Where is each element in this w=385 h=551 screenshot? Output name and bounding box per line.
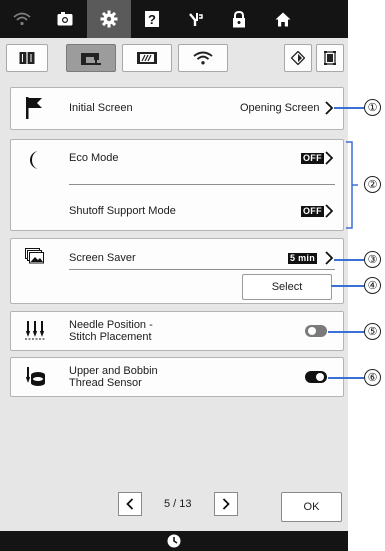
eco-mode-value[interactable]: OFF — [301, 153, 324, 164]
screen-saver-icon — [25, 248, 44, 264]
needle-threader-icon[interactable] — [174, 0, 218, 38]
initial-screen-label: Initial Screen — [69, 102, 133, 114]
previous-page-button[interactable] — [118, 492, 142, 516]
needle-position-toggle[interactable] — [305, 325, 327, 337]
callout-2: ② — [364, 176, 381, 193]
needle-position-row: Needle Position - Stitch Placement — [10, 311, 344, 351]
select-screen-saver-button[interactable]: Select — [242, 274, 332, 300]
ok-button[interactable]: OK — [281, 492, 342, 522]
tab-general[interactable] — [6, 44, 48, 72]
camera-icon[interactable] — [44, 0, 88, 38]
needle-position-label-line2: Stitch Placement — [69, 331, 152, 343]
tab-embroidery[interactable] — [122, 44, 172, 72]
callout-6: ⑥ — [364, 369, 381, 386]
divider — [69, 184, 335, 185]
divider — [69, 269, 335, 270]
chevron-right-icon[interactable] — [325, 151, 333, 165]
wifi-icon[interactable] — [0, 0, 44, 38]
settings-tab-row — [0, 38, 348, 78]
screen-saver-panel: Screen Saver 5 min Select — [10, 238, 344, 304]
gear-icon[interactable] — [87, 0, 131, 38]
home-icon[interactable] — [261, 0, 305, 38]
chevron-right-icon[interactable] — [325, 204, 333, 218]
callout-leader — [328, 331, 364, 333]
chevron-left-icon — [126, 498, 134, 510]
initial-screen-row[interactable]: Initial Screen Opening Screen — [10, 87, 344, 130]
needle-position-icon — [25, 321, 45, 340]
tab-wireless[interactable] — [178, 44, 228, 72]
top-toolbar: ? — [0, 0, 348, 38]
frame-setting-button[interactable] — [316, 44, 344, 72]
clock-icon[interactable] — [167, 534, 181, 548]
thread-sensor-toggle[interactable] — [305, 371, 327, 383]
callout-bracket — [346, 141, 358, 229]
embroidery-icon — [137, 52, 157, 64]
shutoff-support-label: Shutoff Support Mode — [69, 205, 176, 217]
shutoff-support-value[interactable]: OFF — [301, 206, 324, 217]
callout-1: ① — [364, 99, 381, 116]
bobbin-icon — [25, 367, 45, 386]
screen-saver-label: Screen Saver — [69, 252, 136, 264]
book-icon — [19, 52, 35, 64]
chevron-right-icon[interactable] — [325, 251, 333, 265]
chevron-right-icon — [222, 498, 230, 510]
callout-3: ③ — [364, 251, 381, 268]
chevron-right-icon — [325, 101, 333, 115]
callout-4: ④ — [364, 277, 381, 294]
tab-machine[interactable] — [66, 44, 116, 72]
lock-icon[interactable] — [218, 0, 262, 38]
diamond-icon — [291, 51, 305, 65]
thread-sensor-label-line2: Thread Sensor — [69, 377, 142, 389]
callout-5: ⑤ — [364, 323, 381, 340]
help-icon[interactable]: ? — [131, 0, 175, 38]
moon-icon — [30, 151, 39, 169]
eco-mode-label: Eco Mode — [69, 152, 119, 164]
callout-leader — [334, 259, 364, 261]
power-settings-panel: Eco Mode OFF Shutoff Support Mode OFF — [10, 139, 344, 231]
diamond-setting-button[interactable] — [284, 44, 312, 72]
frame-icon — [324, 51, 336, 65]
thread-sensor-row: Upper and Bobbin Thread Sensor — [10, 357, 344, 397]
sewing-machine-icon — [81, 53, 101, 65]
callout-leader — [334, 107, 364, 109]
page-indicator: 5 / 13 — [164, 498, 192, 510]
svg-text:?: ? — [148, 12, 156, 27]
callout-leader — [331, 285, 364, 287]
initial-screen-value: Opening Screen — [240, 102, 320, 114]
screen-saver-value[interactable]: 5 min — [288, 253, 318, 264]
settings-screen: ? Initial Screen Opening Screen Eco Mode… — [0, 0, 348, 551]
wifi-icon — [193, 51, 213, 65]
status-bar — [0, 531, 348, 551]
next-page-button[interactable] — [214, 492, 238, 516]
callout-leader — [328, 377, 364, 379]
flag-icon — [26, 97, 42, 119]
